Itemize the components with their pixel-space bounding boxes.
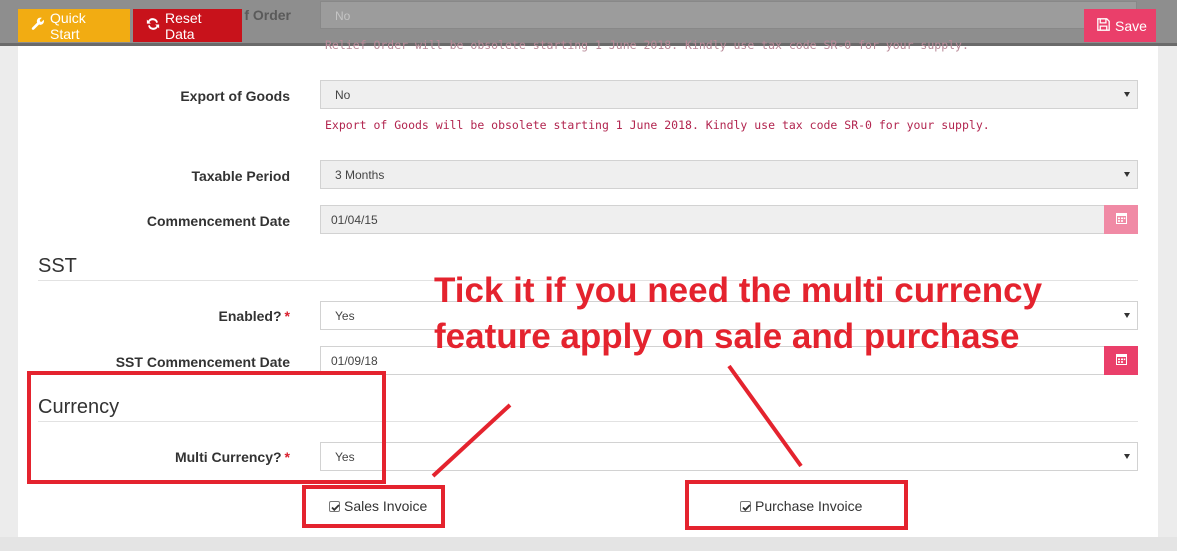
caret-down-icon	[1124, 172, 1130, 177]
multi-currency-select[interactable]: Yes	[320, 442, 1138, 471]
ghost-field-select: No	[320, 1, 1137, 29]
sst-section-title: SST	[38, 255, 77, 277]
save-label: Save	[1115, 17, 1147, 34]
taxable-period-select[interactable]: 3 Months	[320, 160, 1138, 189]
top-toolbar: f Order No Relief Order will be obsolete…	[0, 0, 1177, 52]
sst-commencement-date-calendar-button[interactable]	[1104, 346, 1138, 375]
floppy-disk-icon	[1097, 17, 1110, 34]
reset-data-button[interactable]: Reset Data	[133, 9, 242, 42]
ghost-field-label: f Order	[244, 7, 291, 23]
taxable-period-value: 3 Months	[335, 168, 385, 182]
quick-start-button[interactable]: Quick Start	[18, 9, 130, 42]
currency-highlight-box	[27, 371, 386, 484]
quick-start-label: Quick Start	[50, 9, 86, 42]
sst-enabled-label: Enabled? *	[219, 308, 290, 324]
required-mark: *	[284, 308, 290, 324]
calendar-icon	[1115, 212, 1127, 227]
sst-enabled-label-text: Enabled?	[218, 308, 282, 324]
sst-commencement-date-label: SST Commencement Date	[115, 354, 290, 370]
caret-down-icon	[1124, 454, 1130, 459]
taxable-period-label: Taxable Period	[191, 168, 290, 184]
calendar-icon	[1115, 353, 1127, 368]
sales-invoice-highlight-box	[302, 485, 445, 528]
wrench-icon	[31, 17, 45, 34]
bottom-strip	[0, 537, 1177, 551]
refresh-icon	[146, 17, 160, 34]
sst-enabled-value: Yes	[335, 309, 355, 323]
save-button[interactable]: Save	[1084, 9, 1156, 42]
caret-down-icon	[1124, 313, 1130, 318]
ghost-field-note: Relief Order will be obsolete starting 1…	[325, 38, 969, 52]
annotation-callout-text: Tick it if you need the multi currency f…	[434, 271, 1043, 356]
export-of-goods-value: No	[335, 88, 351, 102]
export-of-goods-label: Export of Goods	[180, 88, 290, 104]
reset-data-label: Reset Data	[165, 9, 202, 42]
export-of-goods-note: Export of Goods will be obsolete startin…	[325, 118, 990, 132]
commencement-date-input[interactable]: 01/04/15	[320, 205, 1105, 234]
caret-down-icon	[1124, 92, 1130, 97]
commencement-date-calendar-button[interactable]	[1104, 205, 1138, 234]
export-of-goods-select[interactable]: No	[320, 80, 1138, 109]
commencement-date-label: Commencement Date	[146, 213, 290, 229]
purchase-invoice-highlight-box	[685, 480, 908, 530]
